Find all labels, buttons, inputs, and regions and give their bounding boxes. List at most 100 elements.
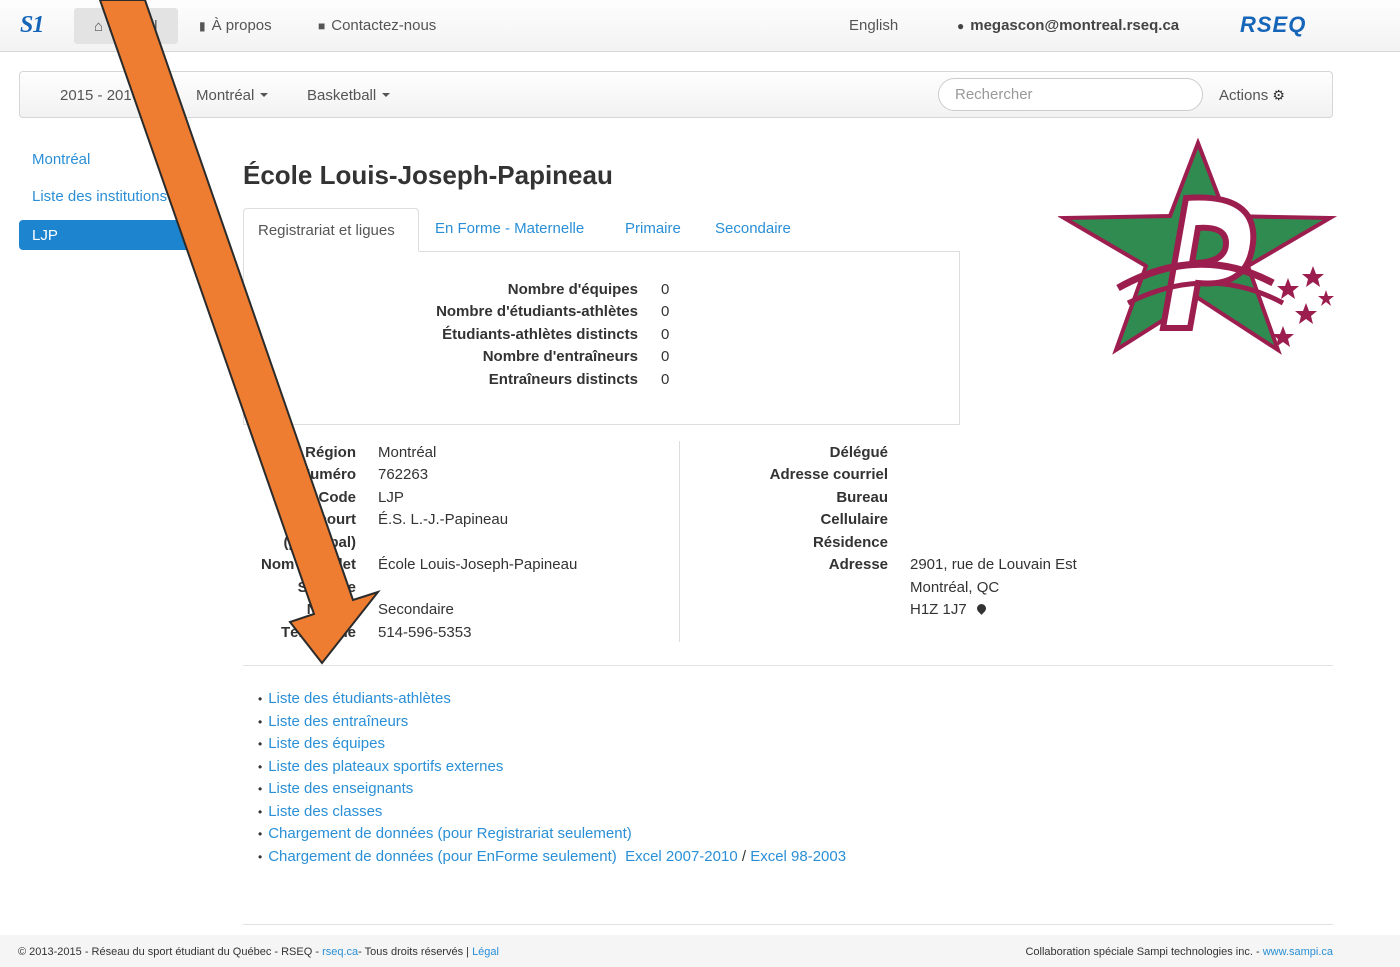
info-label: Numéro — [299, 466, 356, 483]
info-value: Montréal — [378, 444, 437, 461]
link-excel-2007[interactable]: Excel 2007-2010 — [625, 848, 738, 865]
link-coaches[interactable]: Liste des entraîneurs — [268, 713, 408, 730]
user-menu-label: megascon@montreal.rseq.ca — [970, 17, 1180, 34]
map-marker-icon[interactable] — [975, 602, 988, 615]
search-input[interactable] — [938, 78, 1203, 111]
home-icon: ⌂ — [94, 18, 104, 35]
link-students[interactable]: Liste des étudiants-athlètes — [268, 690, 451, 707]
file-icon: ▮ — [199, 19, 206, 33]
stat-value: 0 — [661, 326, 670, 343]
language-switch[interactable]: English — [849, 17, 898, 34]
stat-label: Nombre d'étudiants-athlètes — [436, 303, 638, 320]
chevron-down-icon — [146, 93, 155, 97]
info-label: (principal) — [283, 534, 356, 551]
link-teachers[interactable]: Liste des enseignants — [268, 780, 413, 797]
tab-primaire[interactable]: Primaire — [625, 220, 681, 237]
school-logo — [1058, 138, 1338, 355]
user-menu[interactable]: ● megascon@montreal.rseq.ca — [957, 17, 1179, 34]
excel-separator: / — [741, 847, 747, 865]
stat-label: Étudiants-athlètes distincts — [442, 326, 638, 343]
user-icon: ● — [957, 19, 965, 33]
footer: © 2013-2015 - Réseau du sport étudiant d… — [0, 935, 1400, 967]
sidebar-item-institutions[interactable]: Liste des institutions — [32, 188, 167, 205]
chevron-down-icon — [260, 93, 269, 97]
chevron-down-icon — [382, 93, 391, 97]
season-label: 2015 - 2016 — [60, 87, 141, 104]
link-classes[interactable]: Liste des classes — [268, 803, 382, 820]
list-item: Liste des plateaux sportifs externes — [258, 758, 846, 781]
info-label: Bureau — [836, 489, 888, 506]
nav-home[interactable]: ⌂ Accueil — [74, 8, 178, 44]
link-list: Liste des étudiants-athlètes Liste des e… — [258, 690, 846, 870]
info-value: LJP — [378, 489, 404, 506]
nav-home-label: Accueil — [109, 18, 158, 35]
list-item: Liste des équipes — [258, 735, 846, 758]
list-item: Liste des entraîneurs — [258, 713, 846, 736]
stat-value: 0 — [661, 348, 670, 365]
footer-sampi-link[interactable]: www.sampi.ca — [1263, 946, 1333, 958]
comment-icon: ■ — [318, 19, 326, 33]
footer-rseq-link[interactable]: rseq.ca — [322, 946, 358, 958]
section-divider — [243, 665, 1333, 666]
info-label: Nom court — [281, 511, 356, 528]
tab-panel: Nombre d'équipes 0 Nombre d'étudiants-at… — [243, 251, 960, 425]
context-bar: 2015 - 2016 Montréal Basketball Actions … — [19, 71, 1333, 118]
info-label: Délégué — [829, 444, 888, 461]
tab-en-forme[interactable]: En Forme - Maternelle — [435, 220, 584, 237]
info-label: Niveau — [306, 601, 356, 618]
top-navbar: S1 ⌂ Accueil ▮ À propos ■ Contactez-nous En… — [0, 0, 1400, 52]
list-item: Liste des étudiants-athlètes — [258, 690, 846, 713]
list-item: Liste des classes — [258, 803, 846, 826]
info-label: Nom complet — [260, 556, 356, 573]
logo-small-stars — [1272, 266, 1334, 347]
stat-label: Nombre d'équipes — [507, 281, 638, 298]
nav-about-label: À propos — [211, 17, 272, 34]
actions-menu[interactable]: Actions ⚙ — [1219, 87, 1285, 104]
stat-value: 0 — [661, 371, 670, 388]
stat-label: Entraîneurs distincts — [488, 371, 638, 388]
actions-label: Actions — [1219, 87, 1269, 104]
brand-logo-rseq[interactable]: RSEQ — [1240, 12, 1306, 38]
link-excel-98[interactable]: Excel 98-2003 — [750, 848, 846, 865]
stat-value: 0 — [661, 281, 670, 298]
region-label: Montréal — [196, 87, 255, 104]
info-label: Cellulaire — [820, 511, 888, 528]
stat-label: Nombre d'entraîneurs — [482, 348, 638, 365]
tab-registrariat[interactable]: Registrariat et ligues — [243, 208, 419, 252]
link-teams[interactable]: Liste des équipes — [268, 735, 385, 752]
tab-secondaire[interactable]: Secondaire — [715, 220, 791, 237]
info-value: Secondaire — [378, 601, 454, 618]
nav-contact[interactable]: ■ Contactez-nous — [318, 17, 436, 34]
sport-dropdown[interactable]: Basketball — [307, 87, 391, 104]
info-label: Adresse — [828, 556, 888, 573]
link-upload-enforme[interactable]: Chargement de données (pour EnForme seul… — [268, 848, 617, 865]
link-venues[interactable]: Liste des plateaux sportifs externes — [268, 758, 503, 775]
info-label: Adresse courriel — [769, 466, 888, 483]
brand-logo-s1[interactable]: S1 — [20, 12, 44, 39]
list-item: Chargement de données (pour Registrariat… — [258, 825, 846, 848]
link-upload-registrariat[interactable]: Chargement de données (pour Registrariat… — [268, 825, 632, 842]
info-label: Téléphone — [280, 624, 356, 641]
stat-value: 0 — [661, 303, 670, 320]
season-dropdown[interactable]: 2015 - 2016 — [60, 87, 155, 104]
list-item: Liste des enseignants — [258, 780, 846, 803]
region-dropdown[interactable]: Montréal — [196, 87, 269, 104]
footer-divider — [243, 924, 1333, 925]
footer-text: © 2013-2015 - Réseau du sport étudiant d… — [18, 946, 323, 958]
footer-text-2: - Tous droits réservés | — [358, 946, 473, 958]
info-label: Région — [305, 444, 356, 461]
info-value: 514-596-5353 — [378, 624, 472, 641]
info-value: 762263 — [378, 466, 429, 483]
info-value: École Louis-Joseph-Papineau — [378, 556, 578, 573]
nav-about[interactable]: ▮ À propos — [199, 17, 272, 34]
footer-legal-link[interactable]: Légal — [472, 946, 499, 958]
gear-icon: ⚙ — [1272, 87, 1285, 103]
info-value: É.S. L.-J.-Papineau — [378, 511, 509, 528]
footer-copyright: © 2013-2015 - Réseau du sport étudiant d… — [18, 946, 499, 958]
sidebar-item-region[interactable]: Montréal — [32, 151, 90, 168]
address-line-2: Montréal, QC — [910, 579, 1000, 596]
postal-code: H1Z 1J7 — [910, 601, 967, 618]
sidebar-item-current[interactable]: LJP — [19, 220, 209, 250]
address-line-1: 2901, rue de Louvain Est — [910, 556, 1077, 573]
nav-contact-label: Contactez-nous — [331, 17, 437, 34]
